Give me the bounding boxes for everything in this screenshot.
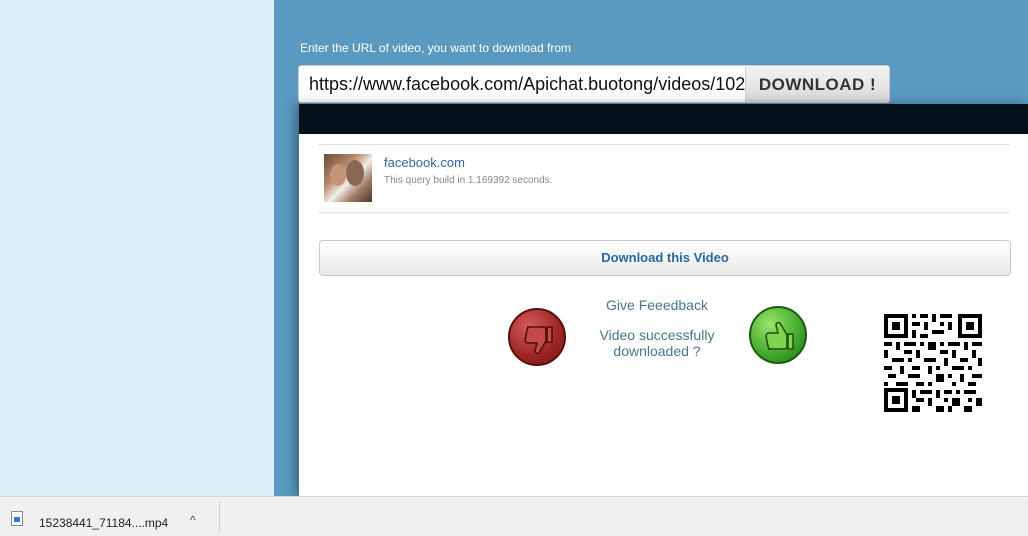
thumbs-down-button[interactable]: [508, 308, 566, 366]
file-type-mark: [14, 517, 20, 522]
url-input[interactable]: [299, 66, 745, 102]
downloaded-file-name[interactable]: 15238441_71184....mp4: [39, 516, 168, 530]
qr-code: [882, 312, 984, 414]
download-video-button[interactable]: Download this Video: [319, 240, 1011, 276]
query-time-text: This query build in 1.169392 seconds.: [384, 175, 553, 186]
download-button[interactable]: DOWNLOAD !: [745, 67, 889, 102]
left-pane: [0, 0, 274, 496]
feedback-question: Video successfully downloaded ?: [599, 327, 715, 359]
download-bar: 15238441_71184....mp4 ^: [0, 496, 1028, 536]
panel-header-bar: [299, 104, 1028, 134]
chevron-up-icon[interactable]: ^: [190, 513, 196, 527]
thumbs-up-icon: [765, 321, 794, 350]
thumbnail-figure: [346, 160, 364, 186]
thumbs-down-icon: [524, 326, 553, 355]
result-panel: facebook.com This query build in 1.16939…: [299, 104, 1028, 496]
divider: [219, 502, 220, 532]
divider: [319, 212, 1009, 213]
divider: [319, 144, 1009, 145]
url-form: DOWNLOAD !: [298, 65, 890, 103]
file-icon: [11, 511, 23, 526]
url-label: Enter the URL of video, you want to down…: [300, 41, 572, 55]
thumbnail-figure: [330, 164, 346, 186]
feedback-title: Give Feeedback: [606, 297, 708, 313]
source-site-link[interactable]: facebook.com: [384, 155, 465, 170]
video-thumbnail: [324, 154, 372, 202]
thumbs-up-button[interactable]: [749, 306, 807, 364]
